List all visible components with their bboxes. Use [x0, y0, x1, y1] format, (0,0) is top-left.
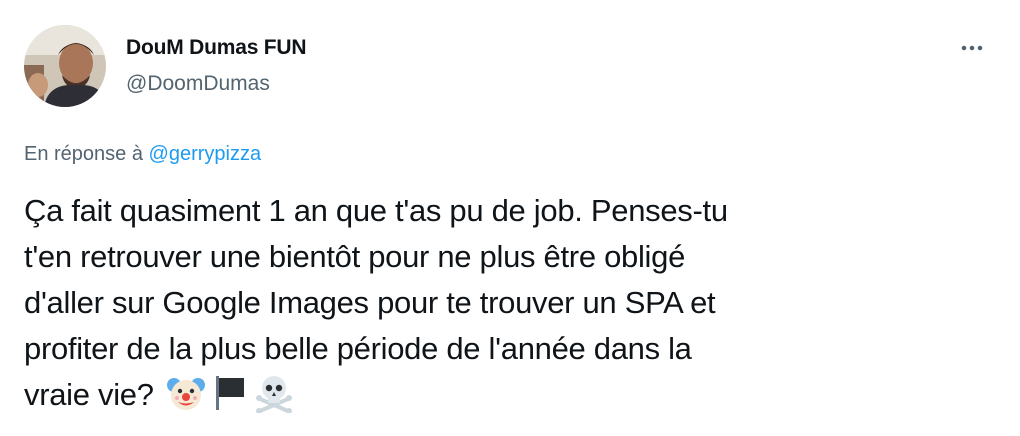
reply-context: En réponse à @gerrypizza [24, 143, 261, 166]
tweet-line: vraie vie? [24, 377, 154, 412]
more-horizontal-icon [960, 39, 984, 57]
reply-prefix: En réponse à [24, 143, 149, 165]
tweet-line: t'en retrouver une bientôt pour ne plus … [24, 239, 686, 274]
black-flag-icon [210, 373, 250, 413]
tweet-line: Ça fait quasiment 1 an que t'as pu de jo… [24, 193, 728, 228]
avatar[interactable] [24, 25, 106, 107]
tweet-card: DouM Dumas FUN @DoomDumas En réponse à @… [0, 0, 1020, 436]
tweet-line: d'aller sur Google Images pour te trouve… [24, 285, 716, 320]
reply-mention-link[interactable]: @gerrypizza [149, 143, 262, 165]
skull-and-crossbones-icon [254, 373, 294, 413]
tweet-line-last: vraie vie? [24, 372, 984, 418]
author-handle[interactable]: @DoomDumas [126, 72, 270, 96]
clown-face-icon [166, 373, 206, 413]
tweet-text: Ça fait quasiment 1 an que t'as pu de jo… [24, 188, 984, 418]
more-options-button[interactable] [950, 34, 994, 62]
author-display-name[interactable]: DouM Dumas FUN [126, 36, 307, 60]
tweet-line: profiter de la plus belle période de l'a… [24, 331, 692, 366]
